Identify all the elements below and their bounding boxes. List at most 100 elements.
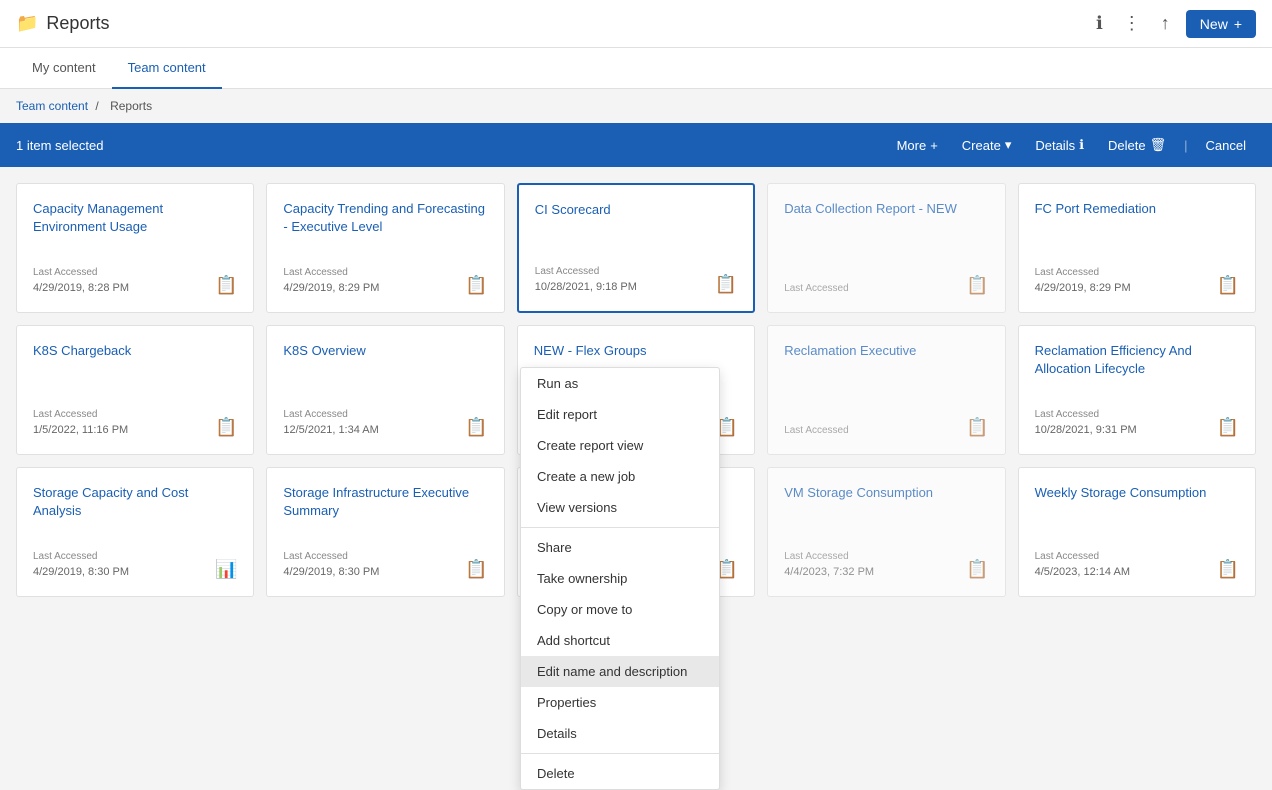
card-weekly-storage[interactable]: Weekly Storage Consumption Last Accessed… [1018,467,1256,597]
report-icon: 📋 [966,559,988,580]
context-menu-share[interactable]: Share [521,532,719,563]
context-menu-details[interactable]: Details [521,718,719,749]
context-menu-add-shortcut[interactable]: Add shortcut [521,625,719,656]
card-date: Last Accessed 4/29/2019, 8:29 PM [1035,265,1131,297]
card-storage-infrastructure[interactable]: Storage Infrastructure Executive Summary… [266,467,504,597]
card-vm-storage-consumption[interactable]: VM Storage Consumption Last Accessed 4/4… [767,467,1005,597]
context-menu-create-report-view[interactable]: Create report view [521,430,719,461]
card-title: NEW - Flex Groups [534,342,738,360]
create-chevron-icon: ▾ [1005,137,1012,153]
delete-action-button[interactable]: Delete 🗑 [1098,131,1176,159]
tab-team-content[interactable]: Team content [112,48,222,89]
card-footer: Last Accessed 10/28/2021, 9:18 PM 📋 [535,264,737,296]
report-icon: 📋 [465,559,487,580]
header-actions: ℹ ⋮ ↑ New + [1092,9,1256,38]
context-menu-delete[interactable]: Delete [521,758,719,789]
card-footer: Last Accessed 4/29/2019, 8:28 PM 📋 [33,265,237,297]
header: 📁 Reports ℹ ⋮ ↑ New + [0,0,1272,48]
card-capacity-trending[interactable]: Capacity Trending and Forecasting - Exec… [266,183,504,313]
cancel-label: Cancel [1206,138,1246,153]
context-menu-take-ownership[interactable]: Take ownership [521,563,719,594]
selection-actions: More + Create ▾ Details ℹ Delete 🗑 | Can… [887,131,1256,159]
details-action-button[interactable]: Details ℹ [1025,131,1094,159]
card-k8s-chargeback[interactable]: K8S Chargeback Last Accessed 1/5/2022, 1… [16,325,254,455]
create-action-button[interactable]: Create ▾ [952,131,1022,159]
cancel-action-button[interactable]: Cancel [1196,132,1256,159]
create-label: Create [962,138,1001,153]
breadcrumb-separator: / [95,99,102,113]
ellipsis-icon: ⋮ [1123,13,1141,34]
card-reclamation-executive[interactable]: Reclamation Executive Last Accessed 📋 [767,325,1005,455]
card-title: Storage Infrastructure Executive Summary [283,484,487,520]
card-footer: Last Accessed 4/29/2019, 8:30 PM 📊 [33,549,237,581]
more-options-button[interactable]: ⋮ [1119,9,1145,38]
card-footer: Last Accessed 4/5/2023, 12:14 AM 📋 [1035,549,1239,581]
breadcrumb-team-content[interactable]: Team content [16,99,88,113]
report-icon: 📋 [1217,275,1239,296]
card-date: Last Accessed 4/29/2019, 8:29 PM [283,265,379,297]
card-footer: Last Accessed 1/5/2022, 11:16 PM 📋 [33,407,237,439]
tabs-bar: My content Team content [0,48,1272,89]
card-date: Last Accessed 12/5/2021, 1:34 AM [283,407,378,439]
context-menu-properties[interactable]: Properties [521,687,719,718]
context-menu-run-as[interactable]: Run as [521,368,719,399]
card-fc-port[interactable]: FC Port Remediation Last Accessed 4/29/2… [1018,183,1256,313]
card-date: Last Accessed 10/28/2021, 9:18 PM [535,264,637,296]
card-footer: Last Accessed 📋 [784,417,988,438]
report-icon: 📋 [966,275,988,296]
card-capacity-management[interactable]: Capacity Management Environment Usage La… [16,183,254,313]
card-storage-capacity[interactable]: Storage Capacity and Cost Analysis Last … [16,467,254,597]
upload-button[interactable]: ↑ [1157,9,1174,38]
card-title: CI Scorecard [535,201,737,219]
report-icon: 📋 [1217,559,1239,580]
delete-icon: 🗑 [1150,137,1167,153]
card-title: FC Port Remediation [1035,200,1239,218]
card-ci-scorecard[interactable]: CI Scorecard Last Accessed 10/28/2021, 9… [517,183,755,313]
context-menu-view-versions[interactable]: View versions [521,492,719,523]
context-menu-copy-move[interactable]: Copy or move to [521,594,719,625]
card-date: Last Accessed 4/5/2023, 12:14 AM [1035,549,1130,581]
info-icon: ℹ [1096,13,1103,34]
card-footer: Last Accessed 📋 [784,275,988,296]
card-footer: Last Accessed 12/5/2021, 1:34 AM 📋 [283,407,487,439]
card-footer: Last Accessed 4/4/2023, 7:32 PM 📋 [784,549,988,581]
report-icon: 📋 [215,417,237,438]
report-icon: 📋 [1217,417,1239,438]
card-title: Reclamation Executive [784,342,988,360]
card-footer: Last Accessed 4/29/2019, 8:29 PM 📋 [283,265,487,297]
context-menu: Run as Edit report Create report view Cr… [520,367,720,790]
more-action-button[interactable]: More + [887,132,948,159]
more-plus-icon: + [930,138,938,153]
card-title: Reclamation Efficiency And Allocation Li… [1035,342,1239,378]
card-title: Capacity Management Environment Usage [33,200,237,236]
card-title: K8S Overview [283,342,487,360]
report-icon: 📋 [465,417,487,438]
card-date: Last Accessed [784,423,848,438]
card-footer: Last Accessed 10/28/2021, 9:31 PM 📋 [1035,407,1239,439]
card-data-collection[interactable]: Data Collection Report - NEW Last Access… [767,183,1005,313]
context-menu-edit-name[interactable]: Edit name and description [521,656,719,687]
folder-icon: 📁 [16,13,38,34]
context-menu-divider-1 [521,527,719,528]
new-button[interactable]: New + [1186,10,1256,38]
context-menu-edit-report[interactable]: Edit report [521,399,719,430]
card-reclamation-efficiency[interactable]: Reclamation Efficiency And Allocation Li… [1018,325,1256,455]
card-date: Last Accessed [784,281,848,296]
page-title-area: 📁 Reports [16,13,1092,34]
tab-my-content[interactable]: My content [16,48,112,89]
breadcrumb-reports: Reports [110,99,152,113]
card-date: Last Accessed 4/29/2019, 8:30 PM [33,549,129,581]
new-button-plus: + [1234,16,1242,32]
selection-bar: 1 item selected More + Create ▾ Details … [0,123,1272,167]
report-icon: 📋 [215,275,237,296]
page-title: Reports [46,13,109,34]
card-title: Weekly Storage Consumption [1035,484,1239,502]
details-label: Details [1035,138,1075,153]
card-footer: Last Accessed 4/29/2019, 8:30 PM 📋 [283,549,487,581]
card-k8s-overview[interactable]: K8S Overview Last Accessed 12/5/2021, 1:… [266,325,504,455]
context-menu-create-job[interactable]: Create a new job [521,461,719,492]
card-date: Last Accessed 10/28/2021, 9:31 PM [1035,407,1137,439]
details-info-icon: ℹ [1079,137,1084,153]
info-button[interactable]: ℹ [1092,9,1107,38]
card-title: VM Storage Consumption [784,484,988,502]
